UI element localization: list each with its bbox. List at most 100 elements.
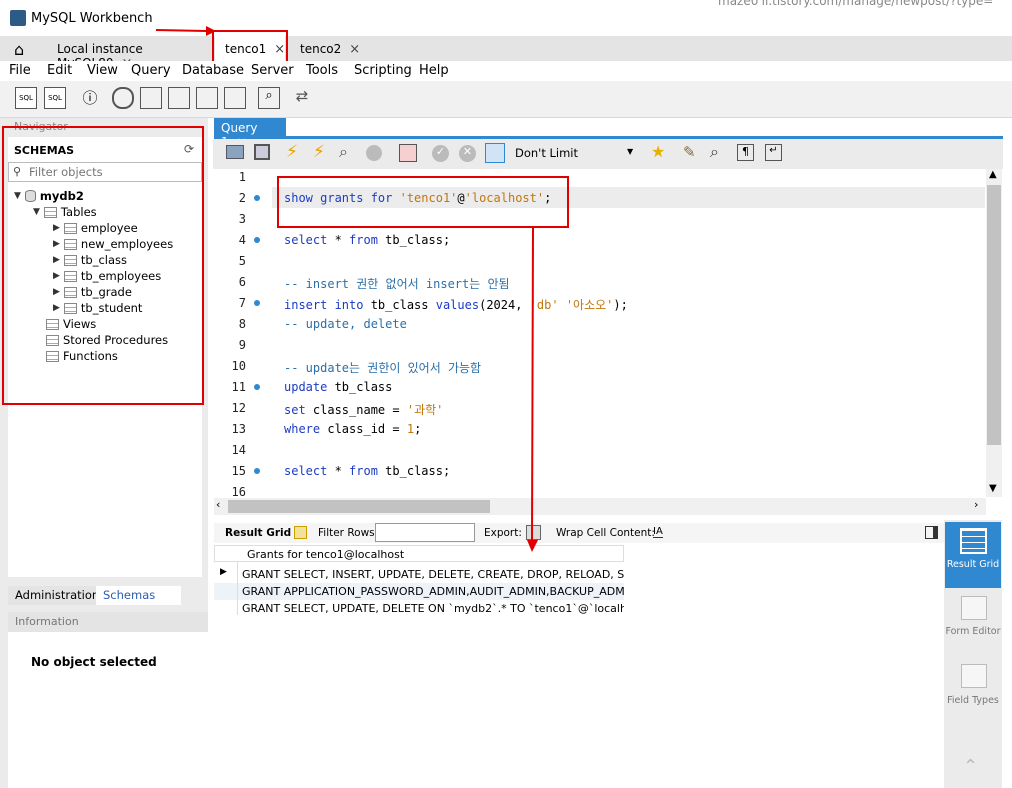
chevron-scroll-icon[interactable]: ⌃: [963, 756, 978, 777]
line-number: 1: [238, 170, 246, 184]
table-row[interactable]: ▶ GRANT SELECT, INSERT, UPDATE, DELETE, …: [214, 566, 624, 583]
string-literal: '과학': [406, 403, 444, 417]
scroll-right-icon[interactable]: ›: [974, 498, 978, 511]
chevron-down-icon: ▼: [627, 147, 634, 156]
editor-toolbar: ⚡ ⚡ ⌕ ✓ ✕ Don't Limit ▼ ★ ✎ ⌕ ¶ ↵: [213, 139, 1003, 169]
result-side-panel: Result Grid Form Editor Field Types ⌃: [944, 520, 1002, 788]
grid-cell[interactable]: GRANT SELECT, INSERT, UPDATE, DELETE, CR…: [242, 568, 624, 581]
inspector-icon[interactable]: ⓘ: [79, 87, 101, 109]
menu-database[interactable]: Database: [182, 63, 244, 78]
reconnect-icon[interactable]: ⇄: [291, 87, 313, 109]
scroll-thumb[interactable]: [987, 185, 1001, 445]
toggle-error-icon[interactable]: [399, 144, 417, 162]
tab-schemas[interactable]: Schemas: [96, 586, 181, 605]
save-icon[interactable]: [254, 144, 270, 160]
menu-view[interactable]: View: [87, 63, 118, 78]
horizontal-scrollbar[interactable]: ‹ ›: [214, 498, 986, 515]
result-grid-label: Result Grid: [225, 527, 292, 539]
tab-query-1[interactable]: Query 1×: [214, 118, 286, 149]
menu-tools[interactable]: Tools: [306, 63, 338, 78]
menu-query[interactable]: Query: [131, 63, 171, 78]
code-text: ;: [414, 422, 422, 436]
create-procedure-icon[interactable]: [196, 87, 218, 109]
menu-edit[interactable]: Edit: [47, 63, 72, 78]
home-icon[interactable]: ⌂: [14, 40, 24, 59]
statement-marker-icon: [254, 300, 260, 306]
stop-icon[interactable]: [366, 145, 382, 161]
no-object-text: No object selected: [31, 655, 157, 669]
scroll-up-icon[interactable]: ▲: [989, 169, 997, 180]
open-sql-script-icon[interactable]: SQL: [44, 87, 66, 109]
row-header-column: [214, 562, 238, 615]
table-row[interactable]: GRANT SELECT, UPDATE, DELETE ON `mydb2`.…: [214, 600, 624, 617]
create-view-icon[interactable]: [168, 87, 190, 109]
annotation-box-navigator: [2, 126, 204, 405]
execute-current-icon[interactable]: ⚡: [313, 142, 325, 162]
code-text: *: [327, 464, 350, 478]
commit-icon[interactable]: ✓: [432, 145, 449, 162]
tab-administration[interactable]: Administration: [8, 586, 99, 605]
scroll-left-icon[interactable]: ‹: [216, 498, 220, 511]
execute-icon[interactable]: ⚡: [286, 142, 298, 162]
keyword: update: [284, 380, 328, 394]
filter-rows-input[interactable]: [375, 523, 475, 542]
beautify-icon[interactable]: ✎: [683, 143, 696, 161]
rollback-icon[interactable]: ✕: [459, 145, 476, 162]
tab-tenco2[interactable]: tenco2 ×: [291, 36, 361, 61]
create-table-icon[interactable]: [140, 87, 162, 109]
line-number: 7: [238, 296, 246, 310]
keyword: set: [284, 403, 306, 417]
line-number: 4: [238, 233, 246, 247]
grid-cell[interactable]: GRANT APPLICATION_PASSWORD_ADMIN,AUDIT_A…: [242, 585, 624, 598]
export-label: Export:: [484, 527, 522, 539]
form-editor-button[interactable]: Form Editor: [945, 592, 1001, 654]
create-function-icon[interactable]: [224, 87, 246, 109]
code-text: tb_class: [327, 380, 393, 394]
create-schema-icon[interactable]: [112, 87, 134, 109]
grid-icon[interactable]: [294, 526, 307, 539]
line-number: 9: [238, 338, 246, 352]
annotation-arrow-down: [527, 227, 538, 552]
wrap-cell-icon[interactable]: IA: [653, 526, 663, 538]
filter-rows-label: Filter Rows:: [318, 527, 379, 539]
statement-marker-icon: [254, 468, 260, 474]
keyword: insert into: [284, 298, 364, 312]
menu-server[interactable]: Server: [251, 63, 294, 78]
line-number: 3: [238, 212, 246, 226]
vertical-scrollbar[interactable]: ▲ ▼: [986, 169, 1002, 497]
statement-marker-icon: [254, 384, 260, 390]
open-file-icon[interactable]: [226, 145, 244, 159]
menu-scripting[interactable]: Scripting: [354, 63, 412, 78]
invisible-chars-icon[interactable]: ¶: [737, 144, 754, 161]
search-table-data-icon[interactable]: ⌕: [258, 87, 280, 109]
scroll-thumb[interactable]: [228, 500, 490, 513]
grid-header[interactable]: Grants for tenco1@localhost: [214, 545, 624, 562]
explain-icon[interactable]: ⌕: [339, 142, 348, 162]
menu-file[interactable]: File: [9, 63, 31, 78]
find-icon[interactable]: ⌕: [710, 142, 719, 162]
field-types-label: Field Types: [947, 695, 999, 706]
result-toolbar: Result Grid Filter Rows: Export: Wrap Ce…: [214, 523, 944, 543]
new-sql-tab-icon[interactable]: SQL: [15, 87, 37, 109]
limit-select[interactable]: Don't Limit ▼: [515, 144, 637, 163]
background-url-text: maze0'll.tistory.com/manage/newpost/?typ…: [718, 0, 994, 8]
code-line-7: insert into tb_class values(2024, 'db' '…: [284, 296, 628, 313]
keyword: values: [435, 298, 480, 312]
grid-cell[interactable]: GRANT SELECT, UPDATE, DELETE ON `mydb2`.…: [242, 602, 624, 615]
line-number: 2: [238, 191, 246, 205]
code-line-8-comment: -- update, delete: [284, 317, 407, 331]
toggle-sidebar-icon[interactable]: [925, 526, 938, 539]
close-icon[interactable]: ×: [349, 42, 360, 57]
result-grid-button[interactable]: Result Grid: [945, 522, 1001, 588]
wrap-lines-icon[interactable]: ↵: [765, 144, 782, 161]
table-row[interactable]: GRANT APPLICATION_PASSWORD_ADMIN,AUDIT_A…: [214, 583, 624, 600]
line-number: 12: [231, 401, 246, 415]
code-line-4: select * from tb_class;: [284, 233, 450, 247]
line-number: 16: [231, 485, 246, 499]
scroll-down-icon[interactable]: ▼: [989, 483, 997, 494]
menu-help[interactable]: Help: [419, 63, 449, 78]
code-line-6-comment: -- insert 권한 없어서 insert는 안됨: [284, 277, 510, 291]
auto-commit-icon[interactable]: [485, 143, 505, 163]
add-snippet-icon[interactable]: ★: [651, 142, 665, 161]
field-types-button[interactable]: Field Types: [945, 660, 1001, 722]
